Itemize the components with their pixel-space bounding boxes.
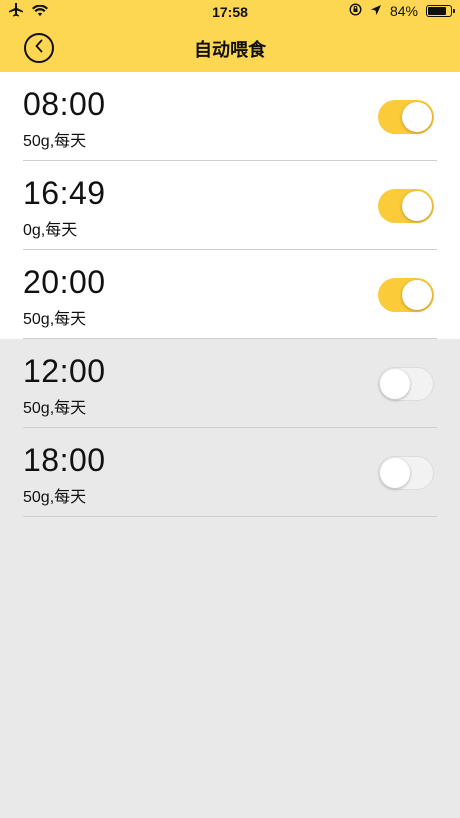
toggle-knob (402, 102, 432, 132)
toggle-knob (402, 191, 432, 221)
feeding-row[interactable]: 18:00 50g,每天 (0, 428, 460, 517)
feeding-toggle[interactable] (378, 367, 434, 401)
feeding-time: 16:49 (23, 175, 106, 211)
feeding-detail: 50g,每天 (23, 133, 87, 150)
toggle-knob (380, 369, 410, 399)
feeding-detail: 0g,每天 (23, 222, 78, 239)
feeding-row[interactable]: 12:00 50g,每天 (0, 339, 460, 428)
toggle-knob (402, 280, 432, 310)
feeding-row[interactable]: 20:00 50g,每天 (0, 250, 460, 339)
rotation-lock-icon (349, 3, 362, 19)
feeding-toggle[interactable] (378, 189, 434, 223)
feeding-schedule-list: 08:00 50g,每天 16:49 0g,每天 20:00 50g,每天 12… (0, 72, 460, 517)
feeding-detail: 50g,每天 (23, 311, 87, 328)
page-title: 自动喂食 (194, 40, 266, 60)
feeding-time: 18:00 (23, 442, 106, 478)
feeding-row[interactable]: 08:00 50g,每天 (0, 72, 460, 161)
status-right: 84% (349, 3, 455, 19)
nav-bar: 自动喂食 (0, 24, 460, 72)
battery-icon (426, 5, 455, 17)
top-bar: 17:58 84% 自动喂食 (0, 0, 460, 72)
feeding-time: 12:00 (23, 353, 106, 389)
toggle-knob (380, 458, 410, 488)
status-bar: 17:58 84% (0, 0, 460, 24)
feeding-detail: 50g,每天 (23, 400, 87, 417)
battery-percentage: 84% (389, 3, 418, 19)
feeding-row[interactable]: 16:49 0g,每天 (0, 161, 460, 250)
feeding-toggle[interactable] (378, 278, 434, 312)
feeding-time: 08:00 (23, 86, 106, 122)
feeding-toggle[interactable] (378, 456, 434, 490)
feeding-detail: 50g,每天 (23, 489, 87, 506)
feeding-toggle[interactable] (378, 100, 434, 134)
feeding-time: 20:00 (23, 264, 106, 300)
row-divider (23, 516, 437, 517)
location-arrow-icon (370, 3, 382, 19)
